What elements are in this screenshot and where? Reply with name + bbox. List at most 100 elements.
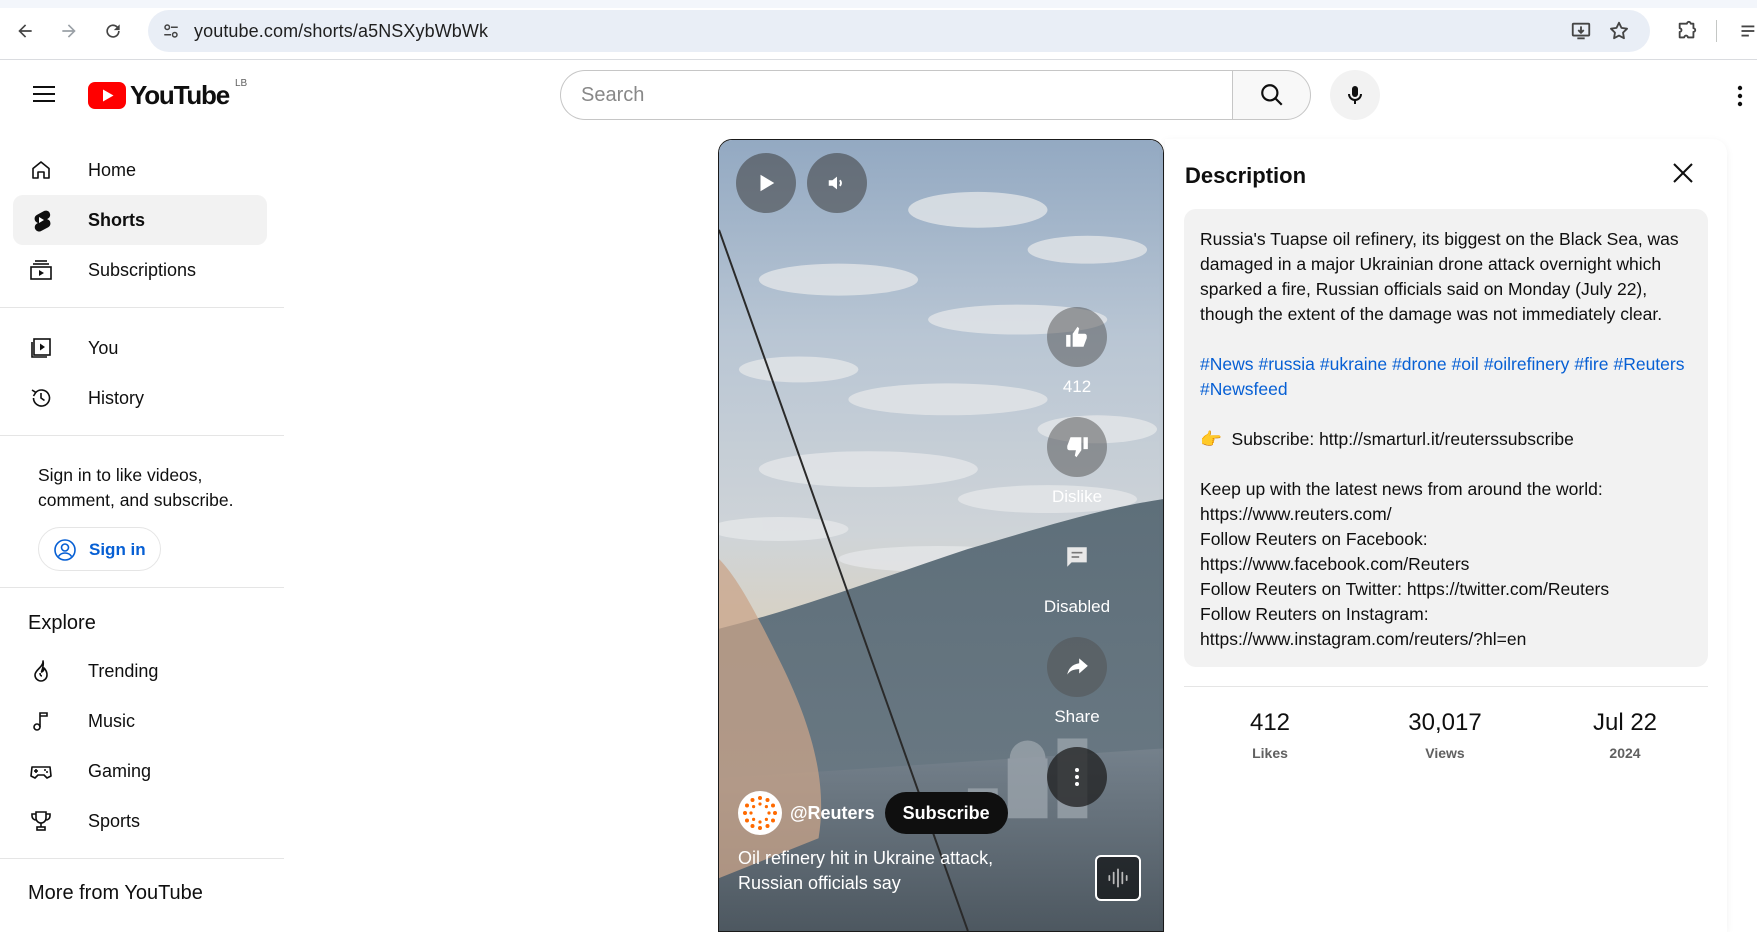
- close-icon: [1673, 163, 1693, 183]
- search-icon: [1260, 84, 1283, 106]
- install-app-button[interactable]: [1568, 18, 1594, 44]
- hashtag-link[interactable]: #drone: [1392, 354, 1447, 374]
- sidebar-item-sports[interactable]: Sports: [13, 796, 267, 846]
- reload-button[interactable]: [96, 14, 130, 48]
- like-button[interactable]: [1047, 307, 1107, 367]
- play-icon: [760, 174, 775, 192]
- shorts-video-player[interactable]: 412 Dislike Disabled Share @Reuters Subs…: [718, 139, 1164, 932]
- more-actions-button[interactable]: [1047, 747, 1107, 807]
- dislike-button[interactable]: [1047, 417, 1107, 477]
- sidebar-item-trending[interactable]: Trending: [13, 646, 267, 696]
- description-summary: Russia's Tuapse oil refinery, its bigges…: [1200, 229, 1679, 324]
- description-panel: Description Russia's Tuapse oil refinery…: [1165, 139, 1727, 932]
- share-arrow-icon: [1067, 658, 1088, 675]
- reuters-logo-icon: [743, 796, 777, 830]
- description-link[interactable]: https://www.reuters.com/: [1200, 502, 1692, 527]
- sidebar-item-shorts[interactable]: Shorts: [13, 195, 267, 245]
- extensions-button[interactable]: [1670, 14, 1704, 48]
- forward-arrow-icon: [62, 24, 76, 38]
- sidebar-item-label: Trending: [88, 660, 159, 681]
- voice-search-button[interactable]: [1330, 70, 1380, 120]
- back-arrow-icon: [18, 24, 32, 38]
- more-actions[interactable]: [1037, 747, 1117, 807]
- description-link[interactable]: https://www.facebook.com/Reuters: [1200, 552, 1692, 577]
- stat-label: 2024: [1609, 745, 1641, 761]
- hashtag-link[interactable]: #oilrefinery: [1484, 354, 1570, 374]
- sidebar-item-home[interactable]: Home: [13, 145, 267, 195]
- history-icon: [31, 389, 51, 407]
- site-info-button[interactable]: [158, 18, 184, 44]
- volume-icon: [828, 176, 842, 190]
- hashtag-link[interactable]: #Reuters: [1613, 354, 1684, 374]
- sidebar-item-label: Music: [88, 710, 136, 731]
- address-bar[interactable]: youtube.com/shorts/a5NSXybWbWk: [148, 10, 1650, 52]
- forward-button[interactable]: [52, 14, 86, 48]
- hashtag-link[interactable]: #News: [1200, 354, 1254, 374]
- video-title[interactable]: Oil refinery hit in Ukraine attack, Russ…: [738, 846, 1058, 896]
- sidebar-item-label: Subscriptions: [88, 259, 197, 280]
- description-link[interactable]: https://www.instagram.com/reuters/?hl=en: [1200, 627, 1692, 652]
- puzzle-icon: [1678, 20, 1697, 39]
- sidebar-item-you[interactable]: You: [13, 323, 267, 373]
- vertical-dots-icon: [1737, 85, 1743, 107]
- settings-more-button[interactable]: [1722, 76, 1757, 116]
- home-icon: [32, 161, 50, 179]
- music-icon: [33, 712, 48, 731]
- hashtag-link[interactable]: #fire: [1574, 354, 1608, 374]
- search-input[interactable]: [581, 71, 1201, 119]
- hashtag-link[interactable]: #oil: [1452, 354, 1479, 374]
- like-action[interactable]: 412: [1037, 307, 1117, 397]
- logo-wordmark: YouTube: [130, 79, 230, 110]
- sidebar-item-subscriptions[interactable]: Subscriptions: [13, 245, 267, 295]
- share-action[interactable]: Share: [1037, 637, 1117, 727]
- stat-value: 30,017: [1408, 709, 1482, 736]
- gaming-icon: [30, 766, 52, 779]
- hashtag-link[interactable]: #ukraine: [1320, 354, 1387, 374]
- reload-icon: [106, 24, 120, 38]
- dislike-action[interactable]: Dislike: [1037, 417, 1117, 507]
- close-description-button[interactable]: [1663, 153, 1703, 193]
- comments-action: Disabled: [1037, 527, 1117, 617]
- sound-button[interactable]: [1095, 855, 1141, 901]
- description-line[interactable]: Follow Reuters on Twitter: https://twitt…: [1200, 577, 1692, 602]
- url-text[interactable]: youtube.com/shorts/a5NSXybWbWk: [194, 21, 488, 42]
- side-panel-button[interactable]: [1730, 14, 1757, 48]
- stat-date: Jul 22 2024: [1540, 709, 1710, 761]
- hamburger-icon: [33, 86, 55, 102]
- subscribe-button[interactable]: Subscribe: [884, 792, 1008, 834]
- browser-toolbar: youtube.com/shorts/a5NSXybWbWk: [0, 0, 1757, 60]
- sidebar-item-gaming[interactable]: Gaming: [13, 746, 267, 796]
- sidebar-item-label: Home: [88, 159, 137, 180]
- search-button[interactable]: [1232, 70, 1311, 120]
- country-code: LB: [234, 77, 248, 89]
- trending-icon: [34, 660, 48, 682]
- guide-menu-button[interactable]: [24, 74, 64, 114]
- share-button[interactable]: [1047, 637, 1107, 697]
- share-label: Share: [1054, 707, 1100, 726]
- sidebar-item-label: Sports: [88, 810, 141, 831]
- stat-label: Views: [1425, 745, 1465, 761]
- signin-label: Sign in: [89, 540, 146, 559]
- sidebar-divider: [0, 435, 284, 436]
- back-button[interactable]: [8, 14, 42, 48]
- audio-wave-icon: [1108, 868, 1128, 888]
- mute-button[interactable]: [807, 153, 867, 213]
- sidebar-item-history[interactable]: History: [13, 373, 267, 423]
- install-icon: [1571, 22, 1591, 40]
- hashtag-link[interactable]: #Newsfeed: [1200, 379, 1288, 399]
- thumbs-down-icon: [1067, 437, 1088, 458]
- hashtag-link[interactable]: #russia: [1259, 354, 1315, 374]
- sidebar-item-label: You: [88, 337, 119, 358]
- subscribe-link-text[interactable]: Subscribe: http://smarturl.it/reuterssub…: [1232, 429, 1574, 449]
- channel-handle[interactable]: @Reuters: [790, 803, 875, 824]
- signin-button[interactable]: Sign in: [38, 527, 161, 571]
- comment-icon: [1067, 547, 1087, 567]
- youtube-logo[interactable]: YouTube LB: [88, 77, 248, 110]
- toolbar-divider: [1716, 20, 1717, 42]
- sidebar-item-music[interactable]: Music: [13, 696, 267, 746]
- comments-label: Disabled: [1043, 597, 1111, 616]
- panel-divider: [1184, 686, 1708, 687]
- channel-avatar[interactable]: [738, 791, 782, 835]
- bookmark-button[interactable]: [1606, 18, 1632, 44]
- play-button[interactable]: [736, 153, 796, 213]
